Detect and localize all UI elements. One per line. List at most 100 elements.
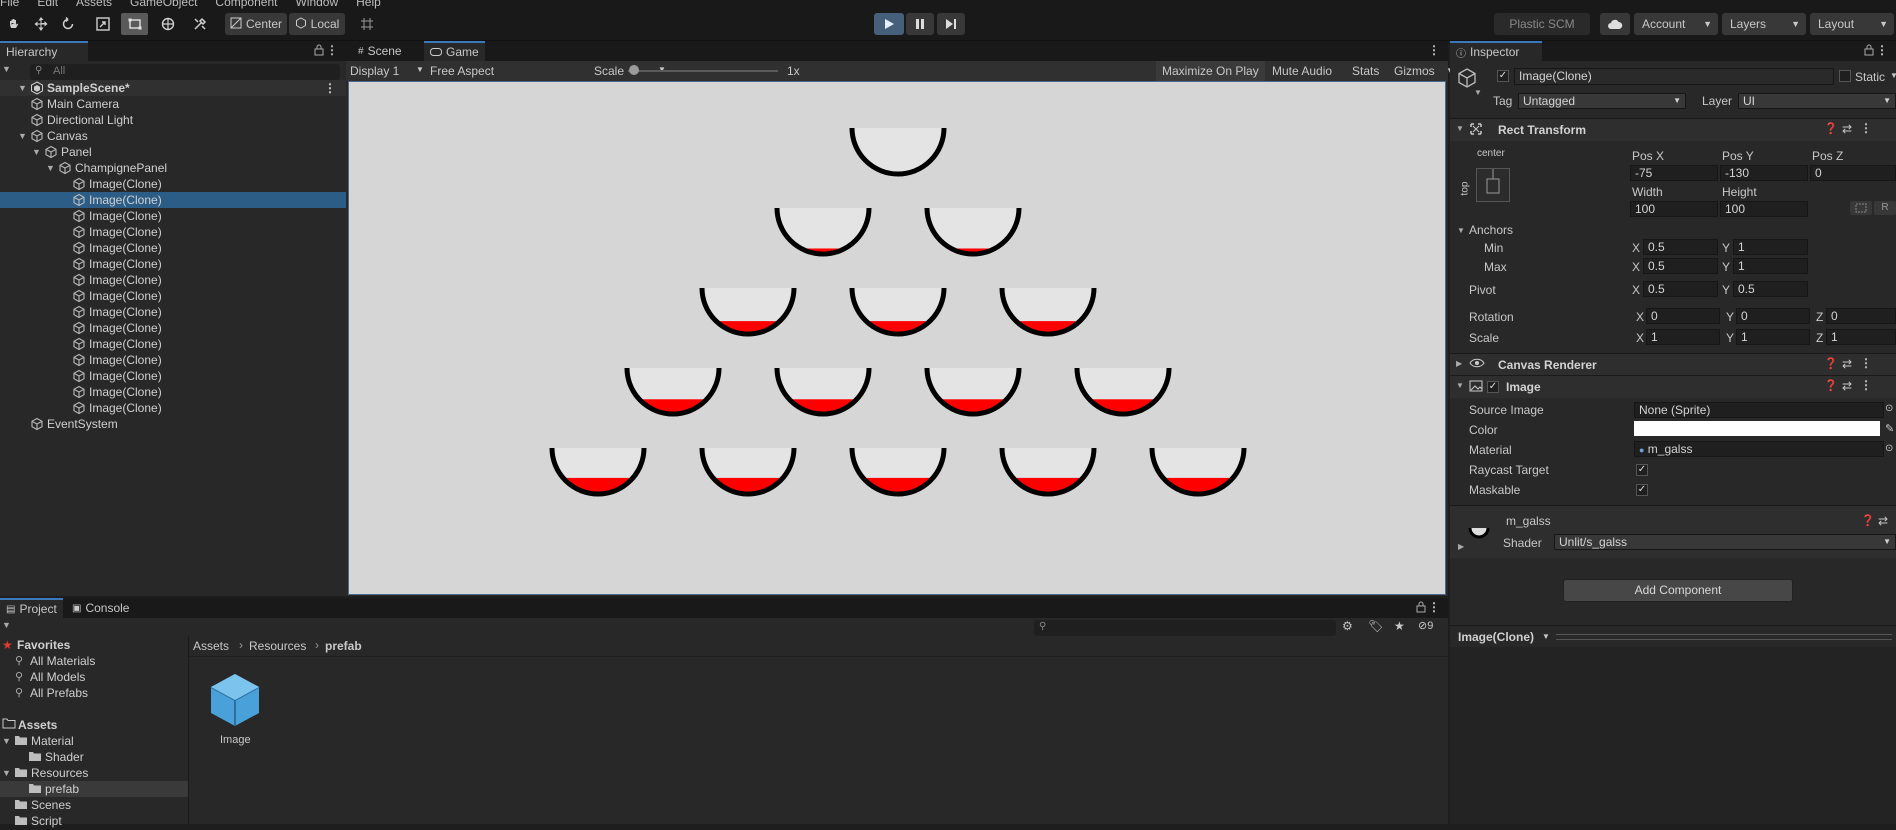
width-field[interactable]: 100 [1630, 201, 1718, 217]
menu-help[interactable]: Help [356, 0, 381, 9]
expand-arrow-icon[interactable]: ▶ [1458, 542, 1464, 551]
presets-icon[interactable]: ⇄ [1842, 379, 1852, 393]
expand-arrow-icon[interactable]: ▶ [1456, 359, 1462, 368]
pivot-center-toggle[interactable]: Center [225, 13, 287, 35]
folder-tree-item[interactable]: prefab [0, 781, 188, 797]
maximize-on-play-toggle[interactable]: Maximize On Play [1156, 61, 1265, 81]
collapse-arrow-icon[interactable]: ▼ [1457, 226, 1465, 235]
scale-z-field[interactable]: 1 [1826, 329, 1896, 345]
layers-dropdown[interactable]: Layers ▼ [1722, 13, 1806, 35]
component-menu-icon[interactable]: ⋮ [1860, 356, 1872, 370]
rotation-x-field[interactable]: 0 [1646, 308, 1720, 324]
folder-tree-item[interactable]: Scenes [0, 797, 188, 813]
hierarchy-item[interactable]: Image(Clone) [0, 304, 346, 320]
game-viewport[interactable] [348, 81, 1446, 595]
scale-slider-thumb[interactable] [629, 65, 639, 75]
material-field[interactable]: ● m_galss [1634, 441, 1884, 457]
help-icon[interactable]: ❓ [1824, 379, 1838, 392]
object-name-field[interactable]: Image(Clone) [1514, 68, 1834, 85]
grid-snap-icon[interactable] [353, 13, 380, 35]
tag-dropdown[interactable]: Untagged ▼ [1518, 93, 1686, 109]
component-menu-icon[interactable]: ⋮ [1860, 121, 1872, 135]
hierarchy-item[interactable]: Image(Clone) [0, 336, 346, 352]
assets-root-row[interactable]: Assets [0, 717, 188, 733]
kebab-menu-icon[interactable]: ⋮ [1876, 43, 1888, 57]
posz-field[interactable]: 0 [1810, 165, 1896, 181]
collapse-arrow-icon[interactable]: ▼ [1456, 381, 1464, 390]
preview-title[interactable]: Image(Clone) [1458, 630, 1534, 644]
breadcrumb-resources[interactable]: Resources [249, 639, 306, 653]
anchor-min-x-field[interactable]: 0.5 [1643, 239, 1718, 255]
hierarchy-item[interactable]: Image(Clone) [0, 384, 346, 400]
component-menu-icon[interactable]: ⋮ [1860, 378, 1872, 392]
aspect-dropdown[interactable]: Free Aspect ▼ [430, 64, 666, 78]
folder-tree-item[interactable]: ▼ Material [0, 733, 188, 749]
scale-y-field[interactable]: 1 [1736, 329, 1810, 345]
asset-image-prefab[interactable]: Image [206, 672, 264, 752]
create-dropdown-icon[interactable]: ▼ [2, 620, 11, 630]
folder-tree-item[interactable]: Script [0, 813, 188, 829]
canvas-renderer-header[interactable]: ▶ Canvas Renderer ❓ ⇄ ⋮ [1450, 353, 1896, 376]
rect-tool-icon[interactable] [121, 13, 148, 35]
favorites-row[interactable]: ★ Favorites [0, 637, 188, 653]
help-icon[interactable]: ❓ [1824, 122, 1838, 135]
rotation-z-field[interactable]: 0 [1826, 308, 1896, 324]
rotation-y-field[interactable]: 0 [1736, 308, 1810, 324]
search-by-label-icon[interactable]: 🏷 [1368, 619, 1383, 633]
posx-field[interactable]: -75 [1630, 165, 1718, 181]
kebab-menu-icon[interactable]: ⋮ [1428, 43, 1440, 57]
presets-icon[interactable]: ⇄ [1878, 514, 1888, 528]
preview-resize-handle[interactable] [1556, 634, 1892, 640]
image-enabled-checkbox[interactable]: ✓ [1487, 381, 1499, 393]
shader-dropdown[interactable]: Unlit/s_galss ▼ [1554, 534, 1896, 550]
lock-icon[interactable] [314, 44, 324, 59]
custom-tool-icon[interactable] [186, 13, 213, 35]
hierarchy-item[interactable]: Main Camera [0, 96, 346, 112]
play-button[interactable] [874, 13, 904, 35]
scale-tool-icon[interactable] [89, 13, 116, 35]
hierarchy-item[interactable]: Image(Clone) [0, 256, 346, 272]
folder-tree-item[interactable]: ▼ Resources [0, 765, 188, 781]
breadcrumb-assets[interactable]: Assets [193, 639, 229, 653]
expand-arrow-icon[interactable]: ▼ [32, 144, 41, 160]
menu-component[interactable]: Component [215, 0, 277, 9]
maskable-checkbox[interactable]: ✓ [1636, 484, 1648, 496]
help-icon[interactable]: ❓ [1861, 514, 1875, 527]
scale-slider-track[interactable] [628, 70, 778, 72]
hierarchy-item[interactable]: Image(Clone) [0, 224, 346, 240]
hierarchy-item[interactable]: Image(Clone) [0, 320, 346, 336]
layout-dropdown[interactable]: Layout ▼ [1810, 13, 1894, 35]
scene-menu-icon[interactable]: ⋮ [324, 80, 336, 96]
cloud-button[interactable] [1600, 13, 1630, 35]
blueprint-mode-button[interactable] [1850, 201, 1872, 215]
anchor-min-y-field[interactable]: 1 [1733, 239, 1808, 255]
menu-gameobject[interactable]: GameObject [130, 0, 197, 9]
hierarchy-item[interactable]: Image(Clone) [0, 272, 346, 288]
menu-file[interactable]: File [0, 0, 19, 9]
favorite-item[interactable]: ⚲ All Materials [0, 653, 188, 669]
raycast-target-checkbox[interactable]: ✓ [1636, 464, 1648, 476]
hierarchy-item[interactable]: Image(Clone) [0, 368, 346, 384]
expand-arrow-icon[interactable]: ▼ [18, 128, 27, 144]
hand-tool-icon[interactable] [0, 13, 27, 35]
hierarchy-item[interactable]: Image(Clone) [0, 288, 346, 304]
eyedropper-icon[interactable]: ✎ [1885, 422, 1894, 435]
expand-arrow-icon[interactable]: ▼ [18, 80, 27, 96]
move-tool-icon[interactable] [27, 13, 54, 35]
source-image-field[interactable]: None (Sprite) [1634, 402, 1884, 418]
help-icon[interactable]: ❓ [1824, 357, 1838, 370]
tab-hierarchy[interactable]: Hierarchy [0, 41, 88, 61]
presets-icon[interactable]: ⇄ [1842, 122, 1852, 136]
hierarchy-search-input[interactable]: ⚲ All [30, 64, 340, 80]
hierarchy-item[interactable]: EventSystem [0, 416, 346, 432]
search-by-type-icon[interactable]: ⚙ [1342, 619, 1353, 633]
anchor-presets-button[interactable] [1476, 168, 1510, 202]
pivot-x-field[interactable]: 0.5 [1643, 281, 1718, 297]
presets-icon[interactable]: ⇄ [1842, 357, 1852, 371]
pivot-y-field[interactable]: 0.5 [1733, 281, 1808, 297]
hierarchy-item[interactable]: ▼ Panel [0, 144, 346, 160]
rotate-tool-icon[interactable] [54, 13, 81, 35]
account-dropdown[interactable]: Account ▼ [1634, 13, 1718, 35]
collapse-arrow-icon[interactable]: ▼ [1456, 124, 1464, 133]
active-checkbox[interactable]: ✓ [1497, 70, 1509, 82]
